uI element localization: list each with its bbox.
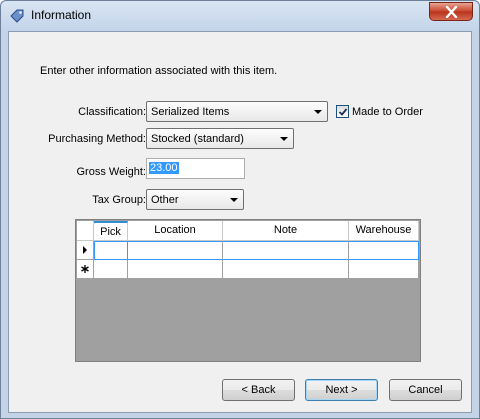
current-row-arrow-icon: [83, 246, 87, 254]
classification-value: Serialized Items: [151, 106, 230, 118]
classification-dropdown[interactable]: Serialized Items: [146, 101, 328, 122]
chevron-down-icon: [280, 137, 288, 141]
title-bar[interactable]: Information: [1, 1, 479, 31]
made-to-order-label[interactable]: Made to Order: [352, 106, 423, 118]
chevron-down-icon: [230, 198, 238, 202]
grid-cell[interactable]: [223, 260, 349, 279]
tax-group-dropdown[interactable]: Other: [146, 189, 244, 210]
column-header-warehouse[interactable]: Warehouse: [349, 221, 419, 241]
grid-cell[interactable]: [94, 260, 128, 279]
classification-label: Classification:: [78, 106, 146, 118]
purchasing-method-value: Stocked (standard): [151, 133, 244, 145]
grid-cell[interactable]: [128, 260, 223, 279]
purchasing-method-dropdown[interactable]: Stocked (standard): [146, 128, 294, 149]
grid-cell[interactable]: [94, 241, 128, 260]
grid-cell[interactable]: [128, 241, 223, 260]
grid-cell[interactable]: [349, 260, 419, 279]
new-row-asterisk-icon: [81, 265, 89, 273]
gross-weight-input[interactable]: 23.00: [146, 158, 245, 179]
gross-weight-value: 23.00: [149, 162, 179, 174]
tax-group-label: Tax Group:: [92, 194, 146, 206]
grid-cell[interactable]: [349, 241, 419, 260]
dialog-window: Information Enter other information asso…: [0, 0, 480, 419]
gross-weight-label: Gross Weight:: [76, 166, 147, 178]
back-button[interactable]: < Back: [222, 379, 295, 401]
column-header-location[interactable]: Location: [128, 221, 223, 241]
location-grid[interactable]: Pick Location Note Warehouse: [75, 219, 421, 362]
grid-cell[interactable]: [223, 241, 349, 260]
column-header-note[interactable]: Note: [223, 221, 349, 241]
cancel-button[interactable]: Cancel: [389, 379, 462, 401]
intro-text: Enter other information associated with …: [40, 65, 278, 77]
chevron-down-icon: [314, 110, 322, 114]
row-header-current[interactable]: [77, 241, 94, 260]
row-header-new[interactable]: [77, 260, 94, 279]
column-header-pick[interactable]: Pick: [94, 221, 128, 241]
purchasing-method-label: Purchasing Method:: [48, 133, 146, 145]
tag-icon: [10, 9, 24, 23]
made-to-order-checkbox[interactable]: [336, 105, 349, 118]
grid-corner: [77, 221, 94, 241]
checkmark-icon: [338, 108, 348, 116]
close-icon: [445, 6, 458, 18]
next-button[interactable]: Next >: [305, 379, 378, 401]
dialog-content: Enter other information associated with …: [8, 31, 472, 413]
close-button[interactable]: [429, 2, 473, 21]
window-title: Information: [31, 8, 92, 22]
tax-group-value: Other: [151, 194, 179, 206]
